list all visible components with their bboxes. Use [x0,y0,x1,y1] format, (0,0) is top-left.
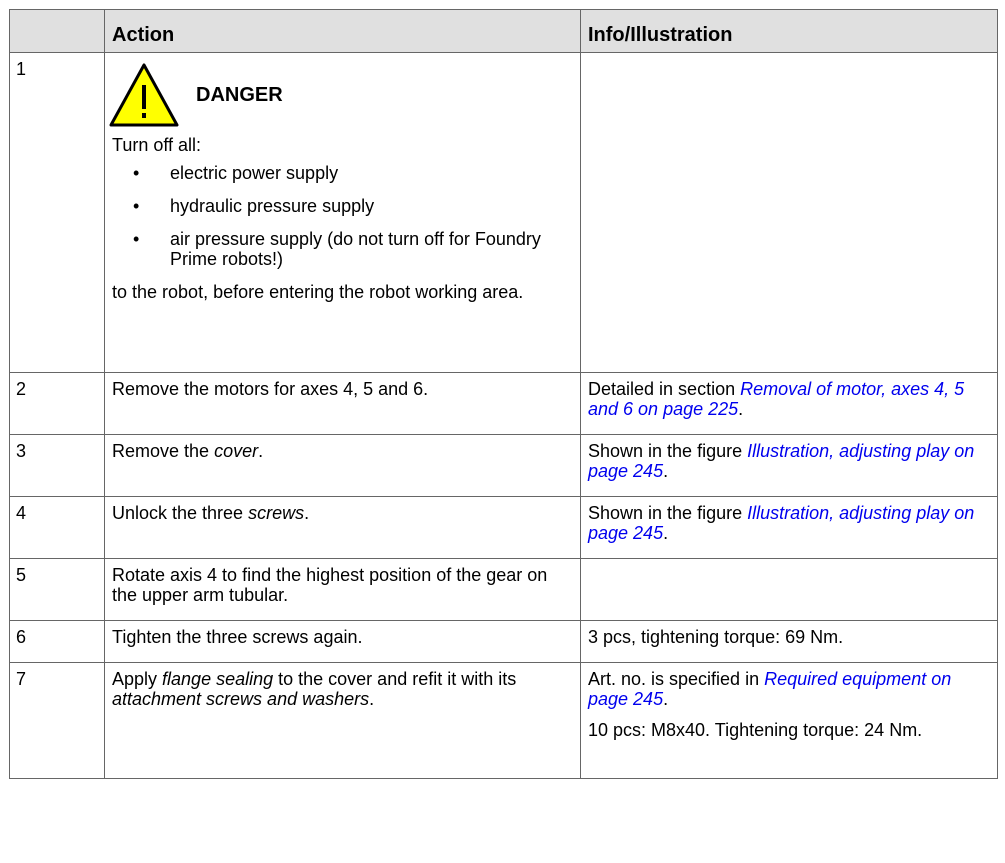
action-cell: DANGER Turn off all: electric power supp… [104,52,581,373]
step-number: 2 [9,372,105,435]
table-row: 7 Apply flange sealing to the cover and … [9,662,998,779]
info-text: Art. no. is specified in [588,669,765,689]
action-term: screws [248,503,305,523]
power-supply-list: electric power supply hydraulic pressure… [112,163,574,269]
danger-intro: Turn off all: [112,135,202,155]
action-cell: Apply flange sealing to the cover and re… [104,662,581,779]
info-cell [580,52,998,373]
action-text: Unlock the three [112,503,249,523]
step-number: 3 [9,434,105,497]
step-number: 1 [9,52,105,373]
info-text: Shown in the figure [588,441,748,461]
step-number: 4 [9,496,105,559]
table-row: 5 Rotate axis 4 to find the highest posi… [9,558,998,621]
step-number: 5 [9,558,105,621]
info-text: . [663,523,669,543]
action-text: Apply [112,669,163,689]
table-header-row: Action Info/Illustration [9,9,998,53]
list-item: hydraulic pressure supply [133,196,574,216]
action-text: Remove the [112,441,215,461]
info-text: . [738,399,744,419]
table-row: 6 Tighten the three screws again. 3 pcs,… [9,620,998,663]
table-row: 1 DANGER Turn off all: electric power su… [9,52,998,373]
info-text: Detailed in section [588,379,741,399]
action-cell: Rotate axis 4 to find the highest positi… [104,558,581,621]
list-item: air pressure supply (do not turn off for… [133,229,574,269]
info-cell: Art. no. is specified in Required equipm… [580,662,998,779]
table-row: 2 Remove the motors for axes 4, 5 and 6.… [9,372,998,435]
danger-callout: DANGER [109,55,574,135]
table-row: 3 Remove the cover. Shown in the figure … [9,434,998,497]
action-cell: Tighten the three screws again. [104,620,581,663]
danger-outro: to the robot, before entering the robot … [112,282,524,302]
header-action: Action [104,9,581,53]
header-step [9,9,105,53]
step-number: 6 [9,620,105,663]
action-text: . [258,441,264,461]
warning-icon [109,63,179,127]
action-cell: Remove the cover. [104,434,581,497]
info-cell: 3 pcs, tightening torque: 69 Nm. [580,620,998,663]
info-text: . [663,461,669,481]
info-text: . [663,689,669,709]
action-term: cover [214,441,259,461]
action-text: . [304,503,310,523]
action-text: to the cover and refit it with its [273,669,517,689]
action-term: attachment screws and washers [112,689,370,709]
procedure-table: Action Info/Illustration 1 DANGER Turn o… [9,9,998,779]
info-paragraph: Art. no. is specified in Required equipm… [588,669,991,709]
info-cell: Shown in the figure Illustration, adjust… [580,496,998,559]
list-item: electric power supply [133,163,574,183]
table-row: 4 Unlock the three screws. Shown in the … [9,496,998,559]
header-info: Info/Illustration [580,9,998,53]
info-text: Shown in the figure [588,503,748,523]
action-cell: Unlock the three screws. [104,496,581,559]
info-cell: Shown in the figure Illustration, adjust… [580,434,998,497]
action-text: . [369,689,375,709]
step-number: 7 [9,662,105,779]
info-paragraph: 10 pcs: M8x40. Tightening torque: 24 Nm. [588,720,923,740]
info-cell [580,558,998,621]
info-cell: Detailed in section Removal of motor, ax… [580,372,998,435]
danger-title: DANGER [196,84,283,106]
action-cell: Remove the motors for axes 4, 5 and 6. [104,372,581,435]
action-term: flange sealing [162,669,274,689]
